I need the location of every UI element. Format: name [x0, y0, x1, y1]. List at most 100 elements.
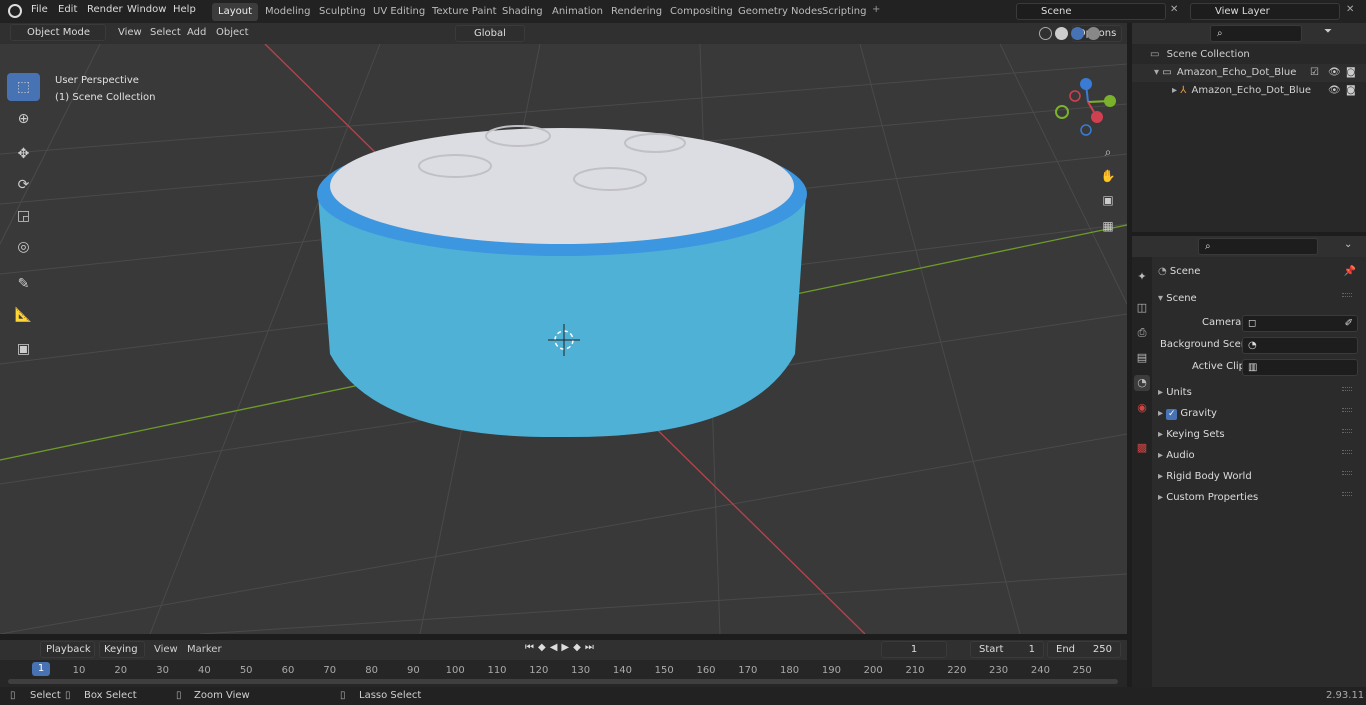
scene-selector[interactable]: Scene: [1016, 3, 1166, 20]
exclude-checkbox[interactable]: ☑: [1310, 64, 1319, 82]
viewport-canvas[interactable]: [0, 44, 1127, 634]
scale-tool-icon[interactable]: ◲: [7, 202, 40, 230]
menu-view[interactable]: View: [118, 27, 142, 38]
close-scene-icon[interactable]: ✕: [1170, 4, 1178, 15]
eyedropper-icon[interactable]: ✐: [1345, 316, 1353, 331]
solid-shading-icon[interactable]: [1055, 27, 1068, 40]
menu-window[interactable]: Window: [127, 4, 166, 15]
jump-start-icon[interactable]: ⏮: [525, 642, 534, 653]
tab-sculpting[interactable]: Sculpting: [313, 3, 372, 21]
tab-animation[interactable]: Animation: [546, 3, 609, 21]
rotate-tool-icon[interactable]: ⟳: [7, 171, 40, 199]
gravity-checkbox[interactable]: ✓: [1166, 409, 1178, 420]
echo-dot-model[interactable]: [317, 125, 807, 438]
prev-keyframe-icon[interactable]: ◆: [538, 642, 546, 653]
chevron-down-icon[interactable]: ⌄: [1344, 239, 1352, 250]
pin-icon[interactable]: 📌: [1344, 266, 1356, 277]
measure-tool-icon[interactable]: 📐: [7, 301, 40, 329]
render-tab-icon[interactable]: ◫: [1134, 300, 1150, 316]
menu-select[interactable]: Select: [150, 27, 181, 38]
outliner-scene-collection[interactable]: ▭ Scene Collection: [1132, 46, 1366, 64]
frame-tick-label: 100: [445, 665, 465, 676]
timeline-ruler[interactable]: 1 10 20 30 40 50 60 70 80 90 100 110 120 130 140 150 16…: [0, 660, 1127, 687]
camera-view-icon[interactable]: ▣: [1098, 190, 1118, 210]
playback-menu[interactable]: Playback: [40, 641, 95, 658]
rendered-shading-icon[interactable]: [1087, 27, 1100, 40]
camera-field[interactable]: ◻ ✐: [1242, 315, 1358, 332]
eye-icon[interactable]: 👁: [1328, 64, 1341, 82]
properties-header: ⌕ ⌄: [1132, 236, 1366, 257]
select-box-icon[interactable]: ⬚: [7, 73, 40, 101]
tab-scripting[interactable]: Scripting: [816, 3, 872, 21]
view-layer-selector[interactable]: View Layer: [1190, 3, 1340, 20]
pan-hand-icon[interactable]: ✋: [1098, 166, 1118, 186]
outliner-object-row[interactable]: ▸ ⅄ Amazon_Echo_Dot_Blue 👁 ◙: [1132, 82, 1366, 100]
properties-search[interactable]: ⌕: [1198, 238, 1318, 255]
timeline-scrollbar[interactable]: [8, 679, 1118, 684]
menu-add[interactable]: Add: [187, 27, 206, 38]
eye-icon[interactable]: 👁: [1328, 82, 1341, 100]
tab-layout[interactable]: Layout: [212, 3, 258, 21]
tab-shading[interactable]: Shading: [496, 3, 549, 21]
wireframe-shading-icon[interactable]: [1039, 27, 1052, 40]
custom-properties-section[interactable]: ▸ Custom Properties: [1158, 492, 1358, 503]
end-frame-field[interactable]: End 250: [1047, 641, 1121, 658]
expand-chevron-icon[interactable]: ▸: [1172, 85, 1177, 96]
camera-render-icon[interactable]: ◙: [1346, 64, 1356, 82]
cursor-tool-icon[interactable]: ⊕: [7, 105, 40, 133]
scene-tab-icon[interactable]: ◔: [1134, 375, 1150, 391]
filter-icon[interactable]: ⏷: [1324, 26, 1332, 37]
camera-render-icon[interactable]: ◙: [1346, 82, 1356, 100]
transform-orientation-dropdown[interactable]: Global: [455, 25, 525, 42]
marker-menu[interactable]: Marker: [187, 644, 222, 655]
world-tab-icon[interactable]: ◉: [1134, 400, 1150, 416]
editor-type-icon[interactable]: [0, 0, 40, 23]
timeline-view-menu[interactable]: View: [154, 644, 178, 655]
ortho-grid-icon[interactable]: ▦: [1098, 216, 1118, 236]
add-workspace-icon[interactable]: +: [872, 4, 880, 15]
menu-render[interactable]: Render: [87, 4, 123, 15]
tab-texture-paint[interactable]: Texture Paint: [426, 3, 503, 21]
tab-rendering[interactable]: Rendering: [605, 3, 668, 21]
play-icon[interactable]: ▶: [561, 642, 569, 653]
zoom-icon[interactable]: ⌕: [1098, 142, 1118, 162]
top-bar: File Edit Render Window Help Layout Mode…: [0, 0, 1366, 23]
transform-tool-icon[interactable]: ◎: [7, 233, 40, 261]
scene-panel-header[interactable]: ▾ Scene: [1158, 293, 1358, 304]
gravity-section[interactable]: ▸ ✓ Gravity: [1158, 408, 1358, 420]
menu-help[interactable]: Help: [173, 4, 196, 15]
tab-geometry-nodes[interactable]: Geometry Nodes: [732, 3, 828, 21]
outliner-collection-row[interactable]: ▾ ▭ Amazon_Echo_Dot_Blue ☑ 👁 ◙: [1132, 64, 1366, 82]
outliner-search[interactable]: ⌕: [1210, 25, 1302, 42]
material-shading-icon[interactable]: [1071, 27, 1084, 40]
current-frame-field[interactable]: 1: [881, 641, 947, 658]
keying-sets-section[interactable]: ▸ Keying Sets: [1158, 429, 1358, 440]
tab-compositing[interactable]: Compositing: [664, 3, 739, 21]
rigid-body-world-section[interactable]: ▸ Rigid Body World: [1158, 471, 1358, 482]
tab-uv-editing[interactable]: UV Editing: [367, 3, 431, 21]
background-scene-field[interactable]: ◔: [1242, 337, 1358, 354]
texture-tab-icon[interactable]: ▩: [1134, 440, 1150, 456]
play-reverse-icon[interactable]: ◀: [550, 642, 558, 653]
navigation-gizmo[interactable]: [1055, 78, 1116, 136]
units-section[interactable]: ▸ Units: [1158, 387, 1358, 398]
close-view-layer-icon[interactable]: ✕: [1346, 4, 1354, 15]
3d-viewport[interactable]: User Perspective (1) Scene Collection ⌕ …: [0, 44, 1127, 634]
tool-tab-icon[interactable]: ✦: [1134, 269, 1150, 285]
active-clip-field[interactable]: ▥: [1242, 359, 1358, 376]
start-frame-field[interactable]: Start 1: [970, 641, 1044, 658]
menu-edit[interactable]: Edit: [58, 4, 77, 15]
next-keyframe-icon[interactable]: ◆: [573, 642, 581, 653]
expand-chevron-icon[interactable]: ▾: [1154, 67, 1159, 78]
audio-section[interactable]: ▸ Audio: [1158, 450, 1358, 461]
move-tool-icon[interactable]: ✥: [7, 140, 40, 168]
annotate-tool-icon[interactable]: ✎: [7, 270, 40, 298]
keying-menu[interactable]: Keying: [99, 641, 145, 658]
object-mode-dropdown[interactable]: Object Mode: [10, 24, 106, 41]
menu-object[interactable]: Object: [216, 27, 249, 38]
jump-end-icon[interactable]: ⏭: [585, 642, 594, 653]
output-tab-icon[interactable]: ⎙: [1134, 325, 1150, 341]
view-layer-tab-icon[interactable]: ▤: [1134, 350, 1150, 366]
add-cube-tool-icon[interactable]: ▣: [7, 335, 40, 363]
tab-modeling[interactable]: Modeling: [259, 3, 317, 21]
